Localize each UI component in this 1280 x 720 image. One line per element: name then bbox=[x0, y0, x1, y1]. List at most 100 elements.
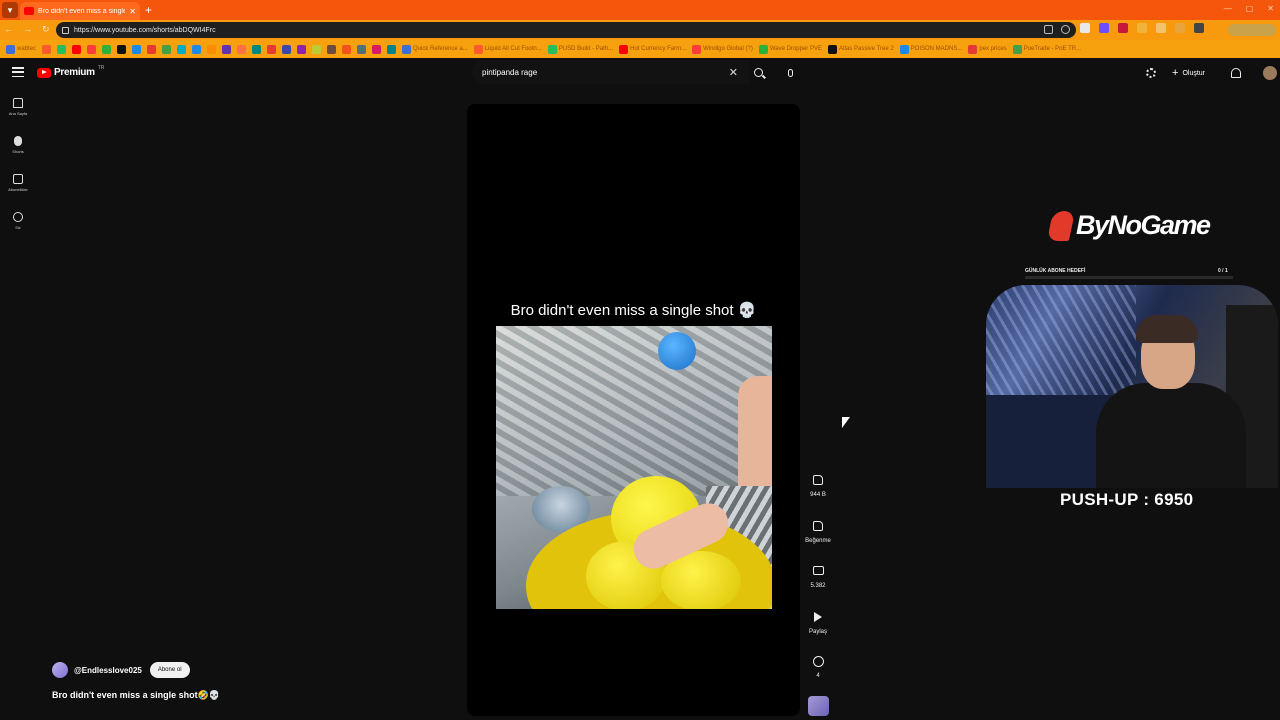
bookmark-item[interactable] bbox=[72, 44, 82, 54]
sidebar-item-subscriptions[interactable]: Abonelikler bbox=[0, 174, 36, 192]
bookmark-item[interactable] bbox=[222, 44, 232, 54]
bookmark-item[interactable] bbox=[102, 44, 112, 54]
sidebar-item-home[interactable]: Ana Sayfa bbox=[0, 98, 36, 116]
install-app-icon[interactable] bbox=[1044, 25, 1053, 34]
bookmark-item[interactable]: PUSD Build - Path... bbox=[547, 44, 614, 54]
channel-name[interactable]: @Endlesslove025 bbox=[74, 666, 142, 675]
bookmark-item[interactable] bbox=[372, 44, 382, 54]
dislike-button[interactable]: Beğenme bbox=[800, 520, 836, 544]
forward-icon[interactable]: → bbox=[23, 24, 32, 35]
puzzle-icon[interactable] bbox=[1194, 23, 1204, 33]
subscribe-button[interactable]: Abone ol bbox=[149, 662, 190, 678]
browser-profile-button[interactable] bbox=[1228, 24, 1276, 36]
bookmark-star-icon[interactable] bbox=[1061, 25, 1070, 34]
bookmark-item[interactable] bbox=[237, 44, 247, 54]
streamer-hair bbox=[1136, 315, 1198, 343]
shorts-player[interactable]: Bro didn't even miss a single shot 💀 bbox=[467, 104, 800, 716]
thumbs-down-icon bbox=[812, 521, 824, 533]
share-icon bbox=[812, 612, 824, 624]
bookmark-item[interactable] bbox=[192, 44, 202, 54]
nav-buttons: ← → ↻ bbox=[4, 24, 50, 35]
video-content bbox=[496, 326, 772, 609]
share-button[interactable]: Paylaş bbox=[800, 611, 836, 635]
bookmark-item[interactable] bbox=[282, 44, 292, 54]
bookmark-item[interactable] bbox=[87, 44, 97, 54]
create-button[interactable]: + Oluştur bbox=[1166, 64, 1211, 82]
bookmark-item[interactable]: Quick Reference a... bbox=[402, 44, 468, 54]
bookmark-item[interactable] bbox=[342, 44, 352, 54]
like-button[interactable]: 944 B bbox=[800, 474, 836, 498]
bookmark-item[interactable]: Atlas Passive Tree 2 bbox=[827, 44, 894, 54]
blue-ball bbox=[658, 332, 696, 370]
sidebar-item-shorts[interactable]: Shorts bbox=[0, 136, 36, 154]
voice-search-button[interactable] bbox=[780, 63, 800, 83]
minimize-icon[interactable]: — bbox=[1224, 4, 1232, 13]
bookmark-item[interactable] bbox=[147, 44, 157, 54]
bookmark-favicon-icon bbox=[827, 44, 837, 54]
notifications-bell-icon[interactable] bbox=[1231, 68, 1241, 78]
bookmark-item[interactable]: Wave Dropper PVE bbox=[758, 44, 822, 54]
reload-icon[interactable]: ↻ bbox=[42, 24, 50, 35]
hamburger-menu-icon[interactable] bbox=[12, 67, 24, 77]
site-info-icon[interactable] bbox=[62, 26, 69, 34]
bookmark-item[interactable] bbox=[42, 44, 52, 54]
avatar[interactable] bbox=[1263, 66, 1277, 80]
bookmark-item[interactable]: Liquid All Cut Footn... bbox=[473, 44, 542, 54]
extension-icon[interactable] bbox=[1156, 23, 1166, 33]
address-bar[interactable]: https://www.youtube.com/shorts/abDQWI4Fr… bbox=[56, 22, 1076, 38]
search-button[interactable] bbox=[748, 60, 768, 84]
clear-search-icon[interactable]: ✕ bbox=[729, 66, 738, 79]
bookmark-item[interactable] bbox=[207, 44, 217, 54]
bookmark-item[interactable]: pex prices bbox=[968, 44, 1007, 54]
share-label: Paylaş bbox=[808, 629, 827, 635]
bookmark-label: Wave Dropper PVE bbox=[769, 46, 822, 52]
remix-button[interactable]: 4 bbox=[800, 656, 836, 679]
bookmark-item[interactable] bbox=[252, 44, 262, 54]
bookmark-item[interactable] bbox=[57, 44, 67, 54]
bookmark-item[interactable] bbox=[267, 44, 277, 54]
bookmark-item[interactable] bbox=[177, 44, 187, 54]
bookmark-item[interactable]: wabtec bbox=[6, 44, 36, 54]
extension-icon[interactable] bbox=[1175, 23, 1185, 33]
bookmark-item[interactable]: POISON MADNS... bbox=[899, 44, 962, 54]
bookmark-favicon-icon bbox=[42, 44, 52, 54]
bookmark-item[interactable]: PoeTrade - PoE TR... bbox=[1012, 44, 1081, 54]
bookmark-item[interactable] bbox=[327, 44, 337, 54]
bookmark-item[interactable] bbox=[132, 44, 142, 54]
comment-icon bbox=[812, 566, 824, 578]
back-icon[interactable]: ← bbox=[4, 24, 13, 35]
close-window-icon[interactable]: ✕ bbox=[1267, 4, 1274, 13]
create-label: Oluştur bbox=[1182, 69, 1205, 77]
extension-icon[interactable] bbox=[1080, 23, 1090, 33]
tab-search-dropdown[interactable]: ▾ bbox=[2, 2, 18, 18]
close-icon[interactable]: ✕ bbox=[129, 7, 136, 16]
sound-thumbnail[interactable] bbox=[808, 696, 829, 716]
browser-tab-active[interactable]: Bro didn't even miss a single ✕ bbox=[20, 2, 140, 20]
bookmark-item[interactable]: Windigo Global (?) bbox=[692, 44, 753, 54]
mouse-cursor bbox=[842, 417, 850, 428]
plus-icon: + bbox=[1172, 67, 1179, 79]
bookmark-item[interactable] bbox=[297, 44, 307, 54]
extension-icon[interactable] bbox=[1137, 23, 1147, 33]
bookmark-item[interactable] bbox=[387, 44, 397, 54]
extension-icon[interactable] bbox=[1118, 23, 1128, 33]
bookmark-item[interactable] bbox=[117, 44, 127, 54]
bookmark-item[interactable] bbox=[357, 44, 367, 54]
studio-gear-icon[interactable] bbox=[1146, 68, 1156, 78]
bookmark-item[interactable] bbox=[162, 44, 172, 54]
new-tab-button[interactable]: + bbox=[145, 3, 152, 17]
comments-button[interactable]: 5.382 bbox=[800, 565, 836, 589]
sub-goal-count: 0 / 1 bbox=[1218, 268, 1228, 274]
bookmark-item[interactable] bbox=[312, 44, 322, 54]
channel-avatar[interactable] bbox=[52, 662, 68, 678]
bookmark-label: Liquid All Cut Footn... bbox=[484, 46, 542, 52]
youtube-logo[interactable]: Premium TR bbox=[37, 65, 104, 78]
bookmark-label: PUSD Build - Path... bbox=[558, 46, 614, 52]
bookmark-favicon-icon bbox=[72, 44, 82, 54]
search-input[interactable]: pintipanda rage ✕ bbox=[472, 60, 750, 84]
sidebar-item-you[interactable]: Siz bbox=[0, 212, 36, 230]
extension-icon[interactable] bbox=[1099, 23, 1109, 33]
maximize-icon[interactable]: ▢ bbox=[1246, 4, 1254, 13]
bookmark-item[interactable]: Hot Currency Farm... bbox=[619, 44, 686, 54]
url-text: https://www.youtube.com/shorts/abDQWI4Fr… bbox=[74, 26, 216, 34]
